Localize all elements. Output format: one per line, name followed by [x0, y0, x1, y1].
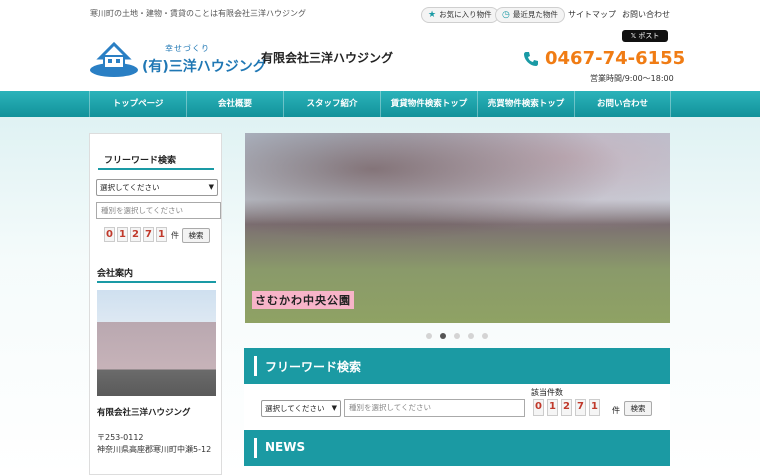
- count-label: 該当件数: [531, 388, 563, 397]
- nav-rental-search[interactable]: 賃貸物件検索トップ: [380, 91, 477, 117]
- phone-icon: [524, 52, 538, 66]
- main-search-title: フリーワード検索: [265, 360, 362, 374]
- count-unit: 件: [171, 231, 179, 240]
- sidebar-search-button[interactable]: 検索: [182, 228, 210, 243]
- count-unit: 件: [612, 406, 620, 415]
- slider-dot[interactable]: [482, 333, 488, 339]
- house-logo-icon: [90, 41, 138, 77]
- slider-dot[interactable]: [468, 333, 474, 339]
- site-tagline: 寒川町の土地・建物・賃貸のことは有限会社三洋ハウジング: [90, 9, 306, 18]
- select-value: 選択してください: [100, 183, 160, 192]
- nav-divider: [670, 91, 671, 117]
- office-photo: [97, 290, 216, 396]
- nav-sale-search[interactable]: 売買物件検索トップ: [477, 91, 574, 117]
- x-post-button[interactable]: 𝕏 ポスト: [622, 30, 668, 42]
- main-type-select[interactable]: 選択してください ▼: [261, 400, 341, 417]
- count-digit: 1: [589, 399, 600, 416]
- count-digit: 1: [156, 227, 167, 242]
- count-digit: 0: [104, 227, 115, 242]
- divider: [98, 168, 214, 170]
- news-title: NEWS: [265, 440, 306, 454]
- nav-top[interactable]: トップページ: [89, 91, 186, 117]
- favorites-button[interactable]: ★ お気に入り物件: [421, 7, 499, 23]
- slide-caption: さむかわ中央公園: [252, 291, 354, 309]
- count-digit: 2: [561, 399, 572, 416]
- clock-icon: ◷: [502, 10, 510, 20]
- main-nav: トップページ 会社概要 スタッフ紹介 賃貸物件検索トップ 売買物件検索トップ お…: [0, 91, 760, 117]
- slider-dot[interactable]: [426, 333, 432, 339]
- recent-label: 最近見た物件: [512, 10, 558, 19]
- main-keyword-input[interactable]: 種別を選択してください: [344, 399, 525, 417]
- count-digit: 2: [130, 227, 141, 242]
- count-digit: 1: [117, 227, 128, 242]
- favorites-label: お気に入り物件: [439, 10, 492, 19]
- header-accent: [254, 356, 257, 376]
- news-header: [244, 430, 670, 466]
- divider: [97, 281, 216, 283]
- logo-subtitle: 幸せづくり: [165, 44, 210, 53]
- slider-dot-active[interactable]: [440, 333, 446, 339]
- phone-number[interactable]: 0467-74-6155: [545, 48, 685, 69]
- sidebar-company-name: 有限会社三洋ハウジング: [97, 408, 191, 418]
- sidebar-type-select[interactable]: 選択してください ▼: [96, 179, 218, 196]
- chevron-down-icon: ▼: [331, 404, 337, 412]
- count-digit: 1: [547, 399, 558, 416]
- star-icon: ★: [428, 10, 437, 20]
- nav-staff[interactable]: スタッフ紹介: [283, 91, 380, 117]
- select-value: 選択してください: [265, 404, 325, 413]
- contact-link[interactable]: お問い合わせ: [622, 9, 670, 20]
- company-info-title: 会社案内: [97, 269, 134, 279]
- sidebar-search-title: フリーワード検索: [104, 156, 177, 166]
- slide-image: [245, 133, 670, 253]
- address: 神奈川県高座郡寒川町中瀬5-12: [97, 445, 212, 454]
- nav-contact[interactable]: お問い合わせ: [574, 91, 670, 117]
- nav-company[interactable]: 会社概要: [186, 91, 283, 117]
- chevron-down-icon: ▼: [208, 183, 214, 191]
- slider-dot[interactable]: [454, 333, 460, 339]
- logo-name[interactable]: (有)三洋ハウジング: [142, 56, 267, 76]
- recent-button[interactable]: ◷ 最近見た物件: [495, 7, 565, 23]
- company-name: 有限会社三洋ハウジング: [261, 51, 394, 65]
- postal-code: 〒253-0112: [97, 433, 144, 442]
- header-accent: [254, 438, 257, 458]
- sitemap-link[interactable]: サイトマップ: [568, 9, 616, 20]
- business-hours: 営業時間/9:00～18:00: [590, 74, 674, 83]
- count-digit: 7: [143, 227, 154, 242]
- main-search-button[interactable]: 検索: [624, 401, 652, 416]
- count-digit: 7: [575, 399, 586, 416]
- count-digit: 0: [533, 399, 544, 416]
- sidebar-keyword-input[interactable]: 種別を選択してください: [96, 202, 221, 219]
